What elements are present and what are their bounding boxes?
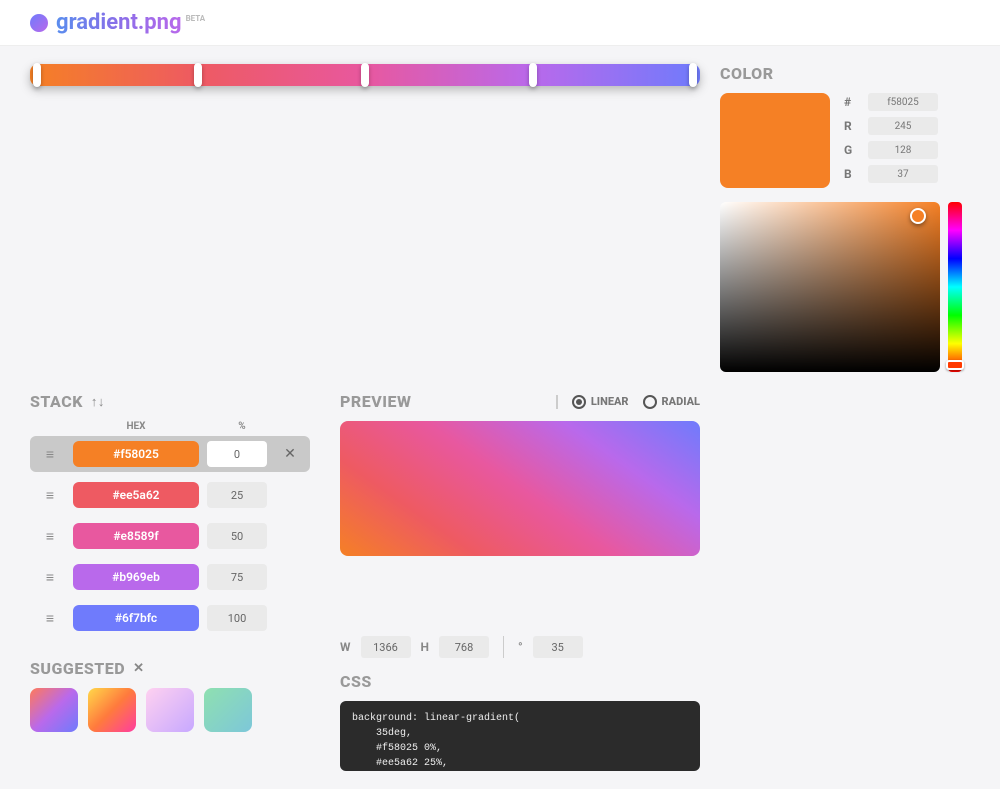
radio-linear[interactable]: LINEAR <box>572 395 629 409</box>
slider-handle[interactable] <box>689 63 697 87</box>
stack-row[interactable]: ≡ #e8589f 50 <box>30 518 310 554</box>
sv-thumb[interactable] <box>910 208 926 224</box>
suggested-title-text: SUGGESTED <box>30 659 125 678</box>
radio-radial-label: RADIAL <box>662 395 700 408</box>
hex-pill[interactable]: #f58025 <box>73 441 199 467</box>
hue-thumb[interactable] <box>946 360 964 370</box>
close-icon[interactable]: ✕ <box>275 446 305 462</box>
b-label: B <box>844 167 858 181</box>
shuffle-icon[interactable]: ✕ <box>133 661 144 676</box>
degree-label: ° <box>518 640 523 654</box>
color-section: COLOR # R G B <box>720 64 970 372</box>
suggested-title: SUGGESTED ✕ <box>30 659 310 678</box>
gradient-type-radio-group: LINEAR RADIAL <box>556 395 700 409</box>
color-title: COLOR <box>720 64 970 83</box>
slider-handle[interactable] <box>194 63 202 87</box>
hex-pill[interactable]: #b969eb <box>73 564 199 590</box>
r-input[interactable] <box>868 117 938 135</box>
drag-handle-icon[interactable]: ≡ <box>35 487 65 504</box>
current-color-swatch[interactable] <box>720 93 830 188</box>
drag-handle-icon[interactable]: ≡ <box>35 569 65 586</box>
radio-linear-label: LINEAR <box>591 395 629 408</box>
dimensions-row: W H ° <box>340 636 700 658</box>
stack-row[interactable]: ≡ #6f7bfc 100 <box>30 600 310 636</box>
g-label: G <box>844 143 858 157</box>
drag-handle-icon[interactable]: ≡ <box>35 610 65 627</box>
radio-circle-icon <box>572 395 586 409</box>
sort-icon[interactable]: ↑↓ <box>91 394 105 410</box>
hex-label: # <box>844 95 858 109</box>
stack-title: STACK ↑↓ <box>30 392 310 411</box>
stack-section: STACK ↑↓ HEX % ≡ #f58025 0 ✕ ≡ #ee5a62 25 ≡ #e85… <box>30 392 310 771</box>
logo-icon <box>30 14 48 32</box>
width-input[interactable] <box>361 636 411 658</box>
suggested-swatch[interactable] <box>204 688 252 732</box>
gradient-slider[interactable] <box>30 64 700 86</box>
g-input[interactable] <box>868 141 938 159</box>
radio-radial[interactable]: RADIAL <box>643 395 700 409</box>
stack-col-hex: HEX <box>68 421 204 432</box>
r-label: R <box>844 119 858 133</box>
hex-pill[interactable]: #6f7bfc <box>73 605 199 631</box>
hex-pill[interactable]: #ee5a62 <box>73 482 199 508</box>
brand-name: gradient.png <box>56 10 182 35</box>
preview-section: PREVIEW LINEAR RADIAL W H ° CSS <box>330 392 700 771</box>
suggested-swatch[interactable] <box>146 688 194 732</box>
app-header: gradient.png BETA <box>0 0 1000 46</box>
css-title: CSS <box>340 672 700 691</box>
b-input[interactable] <box>868 165 938 183</box>
width-label: W <box>340 640 351 654</box>
hue-slider[interactable] <box>948 202 962 372</box>
radio-circle-icon <box>643 395 657 409</box>
preview-title: PREVIEW <box>340 392 411 411</box>
slider-handle[interactable] <box>361 63 369 87</box>
percent-input[interactable]: 100 <box>207 605 267 631</box>
beta-badge: BETA <box>186 14 206 23</box>
stack-row[interactable]: ≡ #b969eb 75 <box>30 559 310 595</box>
height-input[interactable] <box>439 636 489 658</box>
degree-input[interactable] <box>533 636 583 658</box>
drag-handle-icon[interactable]: ≡ <box>35 528 65 545</box>
percent-input[interactable]: 0 <box>207 441 267 467</box>
percent-input[interactable]: 25 <box>207 482 267 508</box>
suggested-swatch[interactable] <box>88 688 136 732</box>
stack-col-pct: % <box>212 421 272 432</box>
percent-input[interactable]: 75 <box>207 564 267 590</box>
suggested-swatch[interactable] <box>30 688 78 732</box>
css-output[interactable]: background: linear-gradient( 35deg, #f58… <box>340 701 700 771</box>
drag-handle-icon[interactable]: ≡ <box>35 446 65 463</box>
slider-handle[interactable] <box>529 63 537 87</box>
stack-row[interactable]: ≡ #ee5a62 25 <box>30 477 310 513</box>
saturation-value-picker[interactable] <box>720 202 940 372</box>
percent-input[interactable]: 50 <box>207 523 267 549</box>
hex-pill[interactable]: #e8589f <box>73 523 199 549</box>
stack-title-text: STACK <box>30 392 83 411</box>
slider-handle[interactable] <box>33 63 41 87</box>
height-label: H <box>421 640 429 654</box>
gradient-preview <box>340 421 700 556</box>
stack-row[interactable]: ≡ #f58025 0 ✕ <box>30 436 310 472</box>
hex-input[interactable] <box>868 93 938 111</box>
